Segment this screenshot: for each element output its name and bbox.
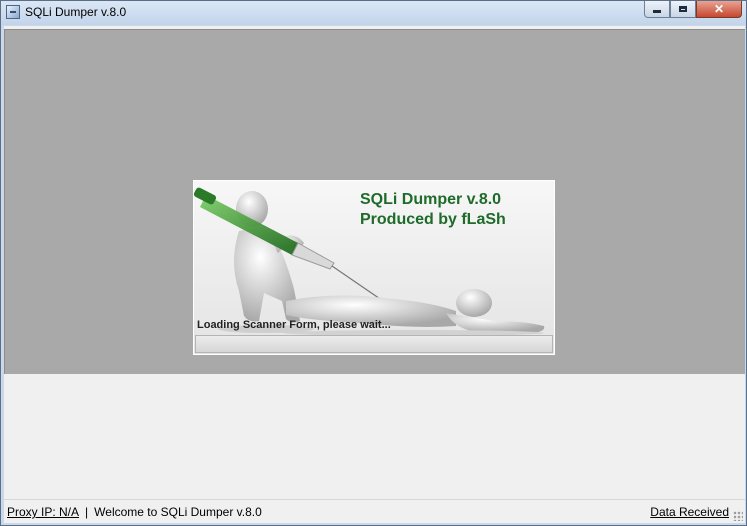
- mdi-workspace: SQLi Dumper v.8.0 Produced by fLaSh Load…: [4, 29, 745, 374]
- maximize-button[interactable]: [670, 1, 696, 18]
- splash-subtitle: Produced by fLaSh: [360, 211, 506, 228]
- title-bar[interactable]: SQLi Dumper v.8.0 ✕: [1, 1, 746, 25]
- close-icon: ✕: [713, 2, 725, 16]
- app-window: SQLi Dumper v.8.0 ✕ SQLi Dumper v.8.0 Pr…: [0, 0, 747, 526]
- minimize-button[interactable]: [644, 1, 670, 18]
- loading-progress-bar: [195, 335, 553, 353]
- status-bar: Proxy IP: N/A | Welcome to SQLi Dumper v.8…: [4, 499, 745, 523]
- client-area: SQLi Dumper v.8.0 Produced by fLaSh Load…: [4, 26, 745, 523]
- window-controls: ✕: [644, 1, 742, 19]
- minimize-icon: [653, 10, 661, 13]
- resize-grip-icon[interactable]: [733, 511, 743, 521]
- close-button[interactable]: ✕: [696, 1, 742, 18]
- app-icon[interactable]: [6, 5, 20, 19]
- window-title: SQLi Dumper v.8.0: [25, 5, 127, 19]
- splash-title: SQLi Dumper v.8.0: [360, 191, 502, 208]
- status-welcome-text: Welcome to SQLi Dumper v.8.0: [94, 505, 262, 519]
- proxy-ip-link[interactable]: Proxy IP: N/A: [7, 505, 79, 519]
- maximize-icon: [679, 6, 687, 12]
- splash-screen: SQLi Dumper v.8.0 Produced by fLaSh Load…: [193, 180, 555, 355]
- data-received-link[interactable]: Data Received: [650, 505, 729, 519]
- status-separator: |: [85, 505, 89, 519]
- status-left: Proxy IP: N/A | Welcome to SQLi Dumper v.8…: [7, 505, 262, 519]
- loading-text: Loading Scanner Form, please wait...: [197, 319, 391, 331]
